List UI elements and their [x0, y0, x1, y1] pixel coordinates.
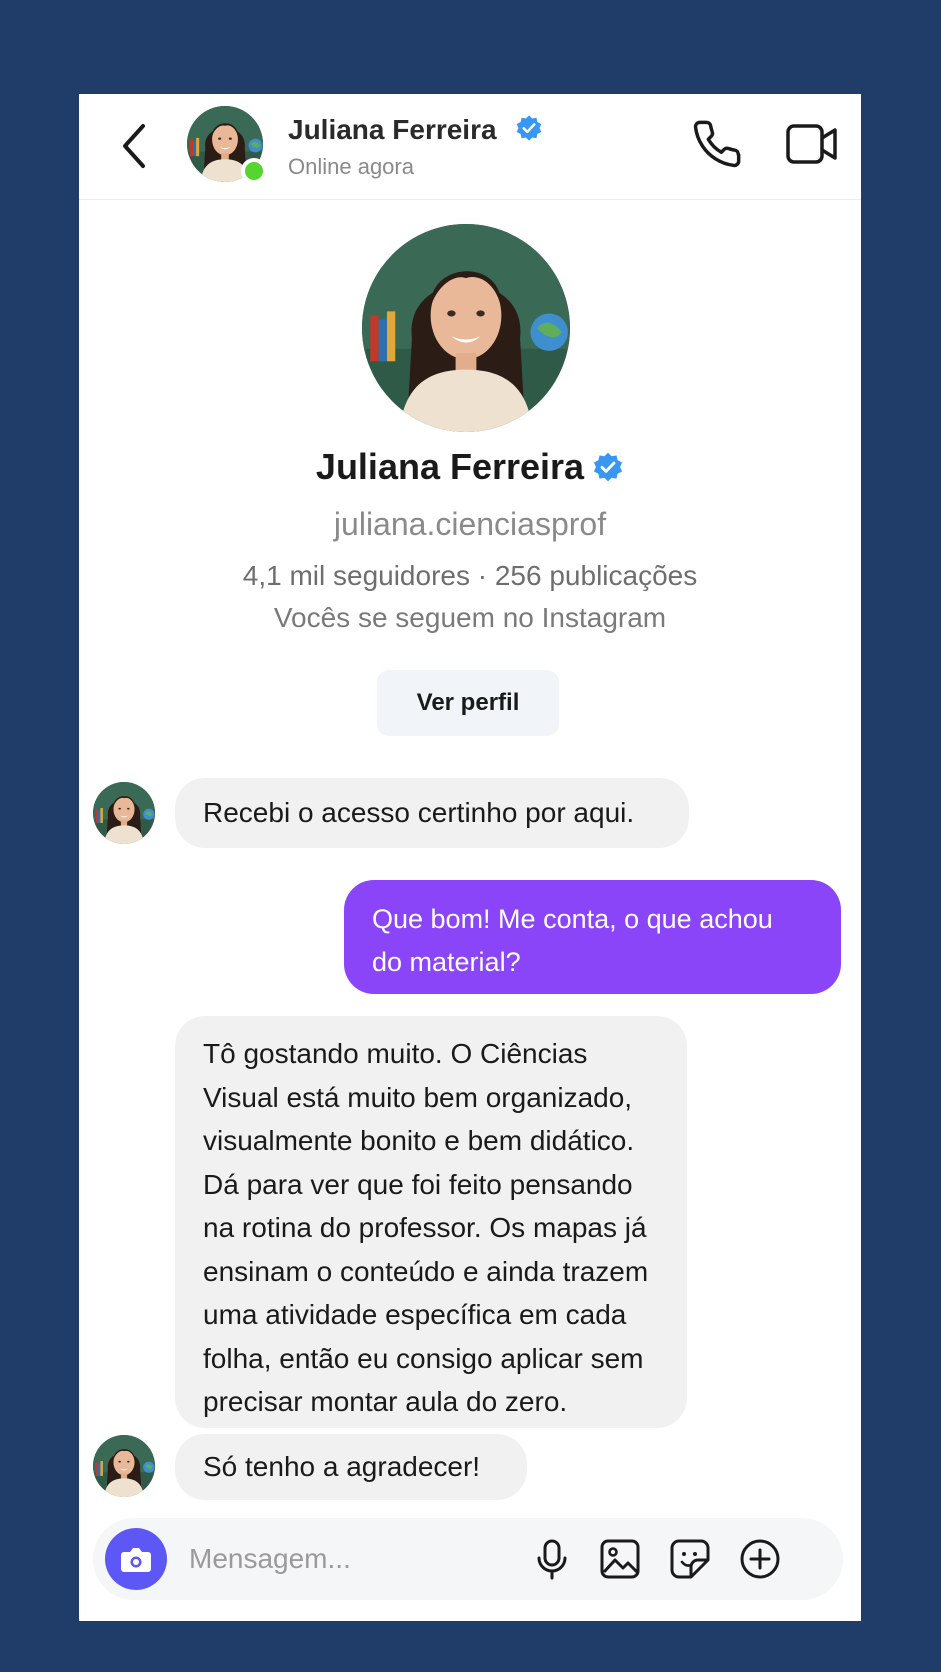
contact-name[interactable]: Juliana Ferreira [288, 114, 497, 146]
mutual-follow-note: Vocês se seguem no Instagram [273, 602, 667, 633]
incoming-message[interactable]: Só tenho a agradecer! [175, 1434, 527, 1500]
outgoing-message[interactable]: Que bom! Me conta, o que achou do materi… [344, 880, 841, 994]
profile-name-row: Juliana Ferreira [79, 446, 861, 488]
back-button[interactable] [115, 116, 155, 176]
phone-icon [693, 120, 741, 168]
profile-name: Juliana Ferreira [315, 446, 585, 487]
avatar[interactable] [93, 782, 155, 844]
video-call-button[interactable] [785, 120, 839, 168]
message-composer [93, 1518, 843, 1600]
microphone-icon [537, 1539, 567, 1580]
message-text-line: Dá para ver que foi feito pensando [203, 1168, 633, 1200]
message-input[interactable] [189, 1536, 509, 1582]
back-arrow-icon [123, 124, 145, 168]
view-profile-button[interactable]: Ver perfil [377, 670, 559, 736]
voice-message-button[interactable] [529, 1536, 575, 1582]
message-text-line: Visual está muito bem organizado, [203, 1081, 633, 1113]
chat-window: Juliana Ferreira Online agora Juliana Fe… [79, 94, 861, 1621]
verified-badge-icon [593, 452, 623, 482]
online-indicator [241, 158, 267, 184]
gallery-icon [600, 1539, 640, 1579]
message-text-line: folha, então eu consigo aplicar sem [203, 1342, 644, 1374]
voice-call-button[interactable] [691, 118, 743, 170]
incoming-message[interactable]: Tô gostando muito. O Ciências Visual est… [175, 1016, 687, 1428]
message-text-line: uma atividade específica em cada [203, 1299, 627, 1330]
message-text-line: na rotina do professor. Os mapas já [203, 1212, 647, 1243]
message-text-line: do material? [372, 947, 521, 977]
camera-button[interactable] [105, 1528, 167, 1590]
message-text-line: visualmente bonito e bem didático. [203, 1125, 635, 1156]
sticker-icon [670, 1539, 710, 1579]
message-text-line: precisar montar aula do zero. [203, 1386, 568, 1417]
incoming-message[interactable]: Recebi o acesso certinho por aqui. [175, 778, 689, 848]
sticker-button[interactable] [667, 1536, 713, 1582]
contact-status: Online agora [288, 154, 414, 179]
profile-handle: juliana.cienciasprof [333, 506, 607, 542]
gallery-button[interactable] [597, 1536, 643, 1582]
video-camera-icon [786, 124, 837, 164]
message-text: Só tenho a agradecer! [203, 1451, 481, 1482]
message-text-line: ensinam o conteúdo e ainda trazem [203, 1255, 649, 1287]
header-avatar[interactable] [187, 106, 267, 184]
profile-stats: 4,1 mil seguidores · 256 publicações [242, 560, 698, 591]
more-options-button[interactable] [737, 1536, 783, 1582]
plus-circle-icon [740, 1539, 780, 1579]
camera-icon [121, 1548, 151, 1572]
message-text: Recebi o acesso certinho por aqui. [203, 797, 635, 828]
message-text-line: Tô gostando muito. O Ciências [203, 1038, 588, 1069]
profile-photo [362, 224, 570, 432]
verified-badge-icon [516, 115, 542, 141]
avatar[interactable] [93, 1435, 155, 1497]
message-text-line: Que bom! Me conta, o que achou [372, 904, 773, 934]
chat-header: Juliana Ferreira Online agora [79, 94, 861, 200]
